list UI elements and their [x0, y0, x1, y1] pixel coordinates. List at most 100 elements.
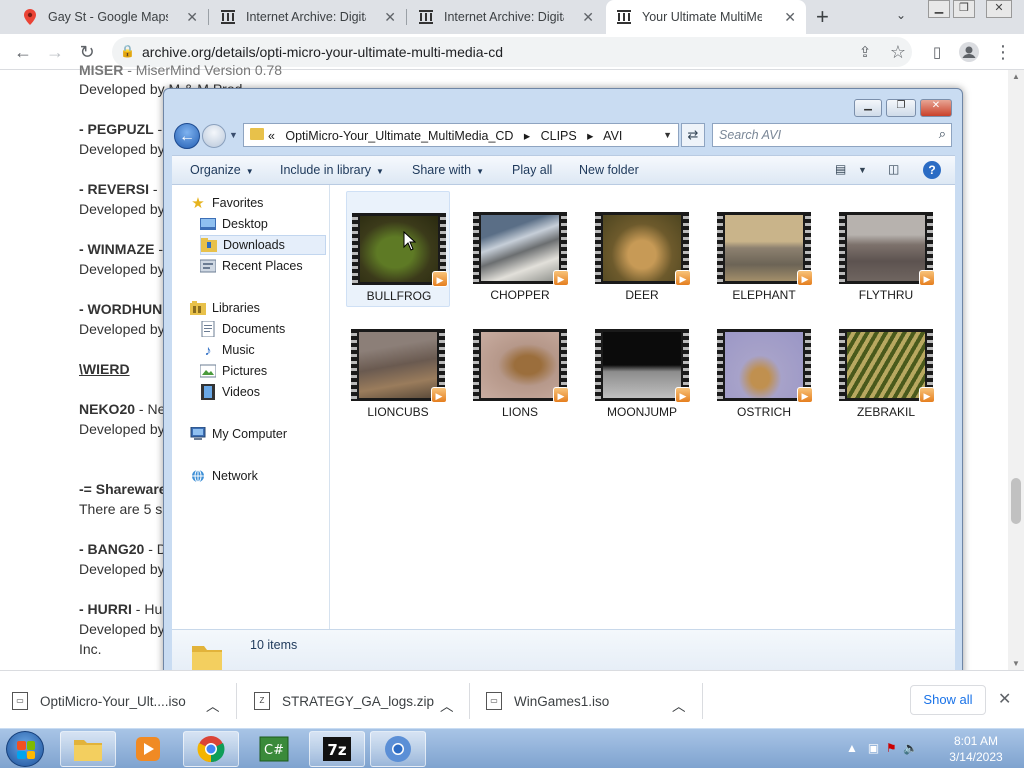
close-tab-icon[interactable]: ✕ — [582, 9, 594, 26]
tab-internet-archive-1[interactable]: Internet Archive: Digital L ✕ — [210, 0, 406, 34]
chrome-icon — [385, 736, 411, 762]
breadcrumb-avi[interactable]: AVI — [603, 129, 622, 143]
refresh-icon[interactable]: ⇄ — [681, 123, 705, 147]
chevron-up-icon[interactable]: ︿ — [672, 693, 686, 717]
download-item[interactable]: ▭ OptiMicro-Your_Ult....iso — [12, 689, 186, 713]
file-ostrich[interactable]: ▶ OSTRICH — [712, 308, 816, 424]
minimize-icon[interactable]: ▁ — [854, 99, 882, 117]
divider — [469, 683, 470, 719]
breadcrumb-root[interactable]: OptiMicro-Your_Ultimate_MultiMedia_CD — [285, 129, 513, 143]
tab-title: Internet Archive: Digital L — [246, 10, 366, 24]
flag-tray-icon[interactable]: ⚑ — [886, 741, 897, 755]
maximize-window-icon[interactable]: ❐ — [953, 0, 975, 18]
back-arrow-icon[interactable]: ← — [12, 41, 34, 63]
scrollbar-thumb[interactable] — [1011, 478, 1021, 524]
change-view-icon[interactable]: ▤ — [835, 162, 851, 176]
tab-search-chevron-icon[interactable]: ⌄ — [896, 8, 906, 22]
breadcrumb-separator[interactable]: ▸ — [587, 129, 593, 143]
page-scrollbar[interactable]: ▲ ▼ — [1008, 70, 1024, 670]
search-box[interactable]: Search AVI ⌕ — [712, 123, 952, 147]
include-in-library-button[interactable]: Include in library ▼ — [280, 163, 384, 177]
nav-my-computer[interactable]: My Computer — [190, 424, 348, 444]
download-item[interactable]: ▭ WinGames1.iso — [486, 689, 609, 713]
video-thumbnail: ▶ — [839, 329, 935, 403]
tab-internet-archive-2[interactable]: Internet Archive: Digital L ✕ — [408, 0, 604, 34]
file-deer[interactable]: ▶ DEER — [590, 191, 694, 307]
taskbar-csharp[interactable]: C# — [246, 731, 302, 767]
explorer-address-bar[interactable]: « OptiMicro-Your_Ultimate_MultiMedia_CD … — [243, 123, 679, 147]
scroll-down-icon[interactable]: ▼ — [1012, 659, 1020, 668]
preview-pane-icon[interactable]: ◫ — [888, 162, 904, 176]
iso-file-icon: ▭ — [12, 692, 28, 710]
help-icon[interactable]: ? — [923, 161, 941, 179]
view-options-chevron-icon[interactable]: ▼ — [858, 165, 874, 179]
chevron-up-icon[interactable]: ︿ — [206, 693, 220, 717]
play-badge-icon: ▶ — [431, 387, 447, 403]
minimize-window-icon[interactable]: ▁ — [928, 0, 950, 18]
page-line: Developed by — [79, 321, 165, 337]
nav-network[interactable]: Network — [190, 466, 348, 486]
organize-button[interactable]: Organize ▼ — [190, 163, 254, 177]
archive-icon — [220, 9, 236, 25]
search-icon[interactable]: ⌕ — [939, 126, 946, 142]
tab-your-ultimate-multimedia[interactable]: Your Ultimate MultiMedia ✕ — [606, 0, 806, 34]
start-button[interactable] — [6, 731, 44, 767]
nav-favorites[interactable]: ★ Favorites — [190, 193, 348, 213]
close-shelf-icon[interactable]: ✕ — [998, 689, 1011, 709]
breadcrumb-overflow[interactable]: « — [268, 129, 275, 143]
close-tab-icon[interactable]: ✕ — [384, 9, 396, 26]
file-moonjump[interactable]: ▶ MOONJUMP — [590, 308, 694, 424]
back-icon[interactable]: ← — [174, 123, 200, 149]
taskbar-explorer[interactable] — [60, 731, 116, 767]
page-heading-link[interactable]: \WIERD — [79, 361, 130, 377]
profile-avatar-icon[interactable] — [958, 41, 980, 63]
taskbar-media-player[interactable] — [120, 731, 176, 767]
pictures-icon — [200, 364, 216, 378]
item-count: 10 items — [250, 638, 298, 652]
chevron-up-icon[interactable]: ︿ — [440, 693, 454, 717]
clock-time: 8:01 AM — [953, 734, 999, 748]
close-window-icon[interactable]: ✕ — [986, 0, 1012, 18]
clock[interactable]: 8:01 AM 3/14/2023 — [944, 733, 1008, 765]
tab-google-maps[interactable]: Gay St - Google Maps ✕ — [12, 0, 208, 34]
taskbar-chrome-2[interactable] — [370, 731, 426, 767]
breadcrumb-clips[interactable]: CLIPS — [541, 129, 577, 143]
new-folder-button[interactable]: New folder — [579, 163, 639, 177]
address-dropdown-icon[interactable]: ▼ — [663, 130, 672, 140]
network-tray-icon[interactable]: ▣ — [868, 741, 879, 755]
breadcrumb-separator[interactable]: ▸ — [524, 129, 530, 143]
scroll-up-icon[interactable]: ▲ — [1012, 72, 1020, 81]
download-item[interactable]: Z STRATEGY_GA_logs.zip — [254, 689, 434, 713]
taskbar-7zip[interactable]: 7z — [309, 731, 365, 767]
file-lioncubs[interactable]: ▶ LIONCUBS — [346, 308, 450, 424]
new-tab-icon[interactable]: + — [816, 4, 829, 30]
more-menu-icon[interactable]: ⋮ — [992, 41, 1014, 63]
reload-icon[interactable]: ↻ — [76, 41, 98, 63]
share-icon[interactable]: ⇪ — [854, 41, 876, 63]
nav-libraries[interactable]: Libraries — [190, 298, 348, 318]
volume-icon[interactable]: 🔈 — [903, 741, 918, 755]
forward-icon[interactable] — [202, 124, 226, 148]
file-zebrakil[interactable]: ▶ ZEBRAKIL — [834, 308, 938, 424]
url-text: archive.org/details/opti-micro-your-ulti… — [142, 44, 503, 60]
recent-pages-chevron-icon[interactable]: ▼ — [229, 130, 238, 140]
file-lions[interactable]: ▶ LIONS — [468, 308, 572, 424]
show-all-button[interactable]: Show all — [910, 685, 986, 715]
close-icon[interactable]: ✕ — [920, 99, 952, 117]
close-tab-icon[interactable]: ✕ — [186, 9, 198, 26]
side-panel-icon[interactable]: ▯ — [926, 41, 948, 63]
file-flythru[interactable]: ▶ FLYTHRU — [834, 191, 938, 307]
video-thumbnail: ▶ — [595, 212, 691, 286]
close-tab-icon[interactable]: ✕ — [784, 9, 796, 26]
file-chopper[interactable]: ▶ CHOPPER — [468, 191, 572, 307]
taskbar-chrome[interactable] — [183, 731, 239, 767]
bookmark-star-icon[interactable]: ☆ — [887, 41, 909, 63]
nav-downloads[interactable]: Downloads — [200, 235, 326, 255]
share-with-button[interactable]: Share with ▼ — [412, 163, 484, 177]
forward-arrow-icon[interactable]: → — [44, 41, 66, 63]
show-hidden-icons-icon[interactable]: ▲ — [846, 741, 858, 755]
maximize-icon[interactable]: ❐ — [886, 99, 916, 117]
file-elephant[interactable]: ▶ ELEPHANT — [712, 191, 816, 307]
file-bullfrog[interactable]: ▶ BULLFROG — [346, 191, 450, 307]
play-all-button[interactable]: Play all — [512, 163, 552, 177]
